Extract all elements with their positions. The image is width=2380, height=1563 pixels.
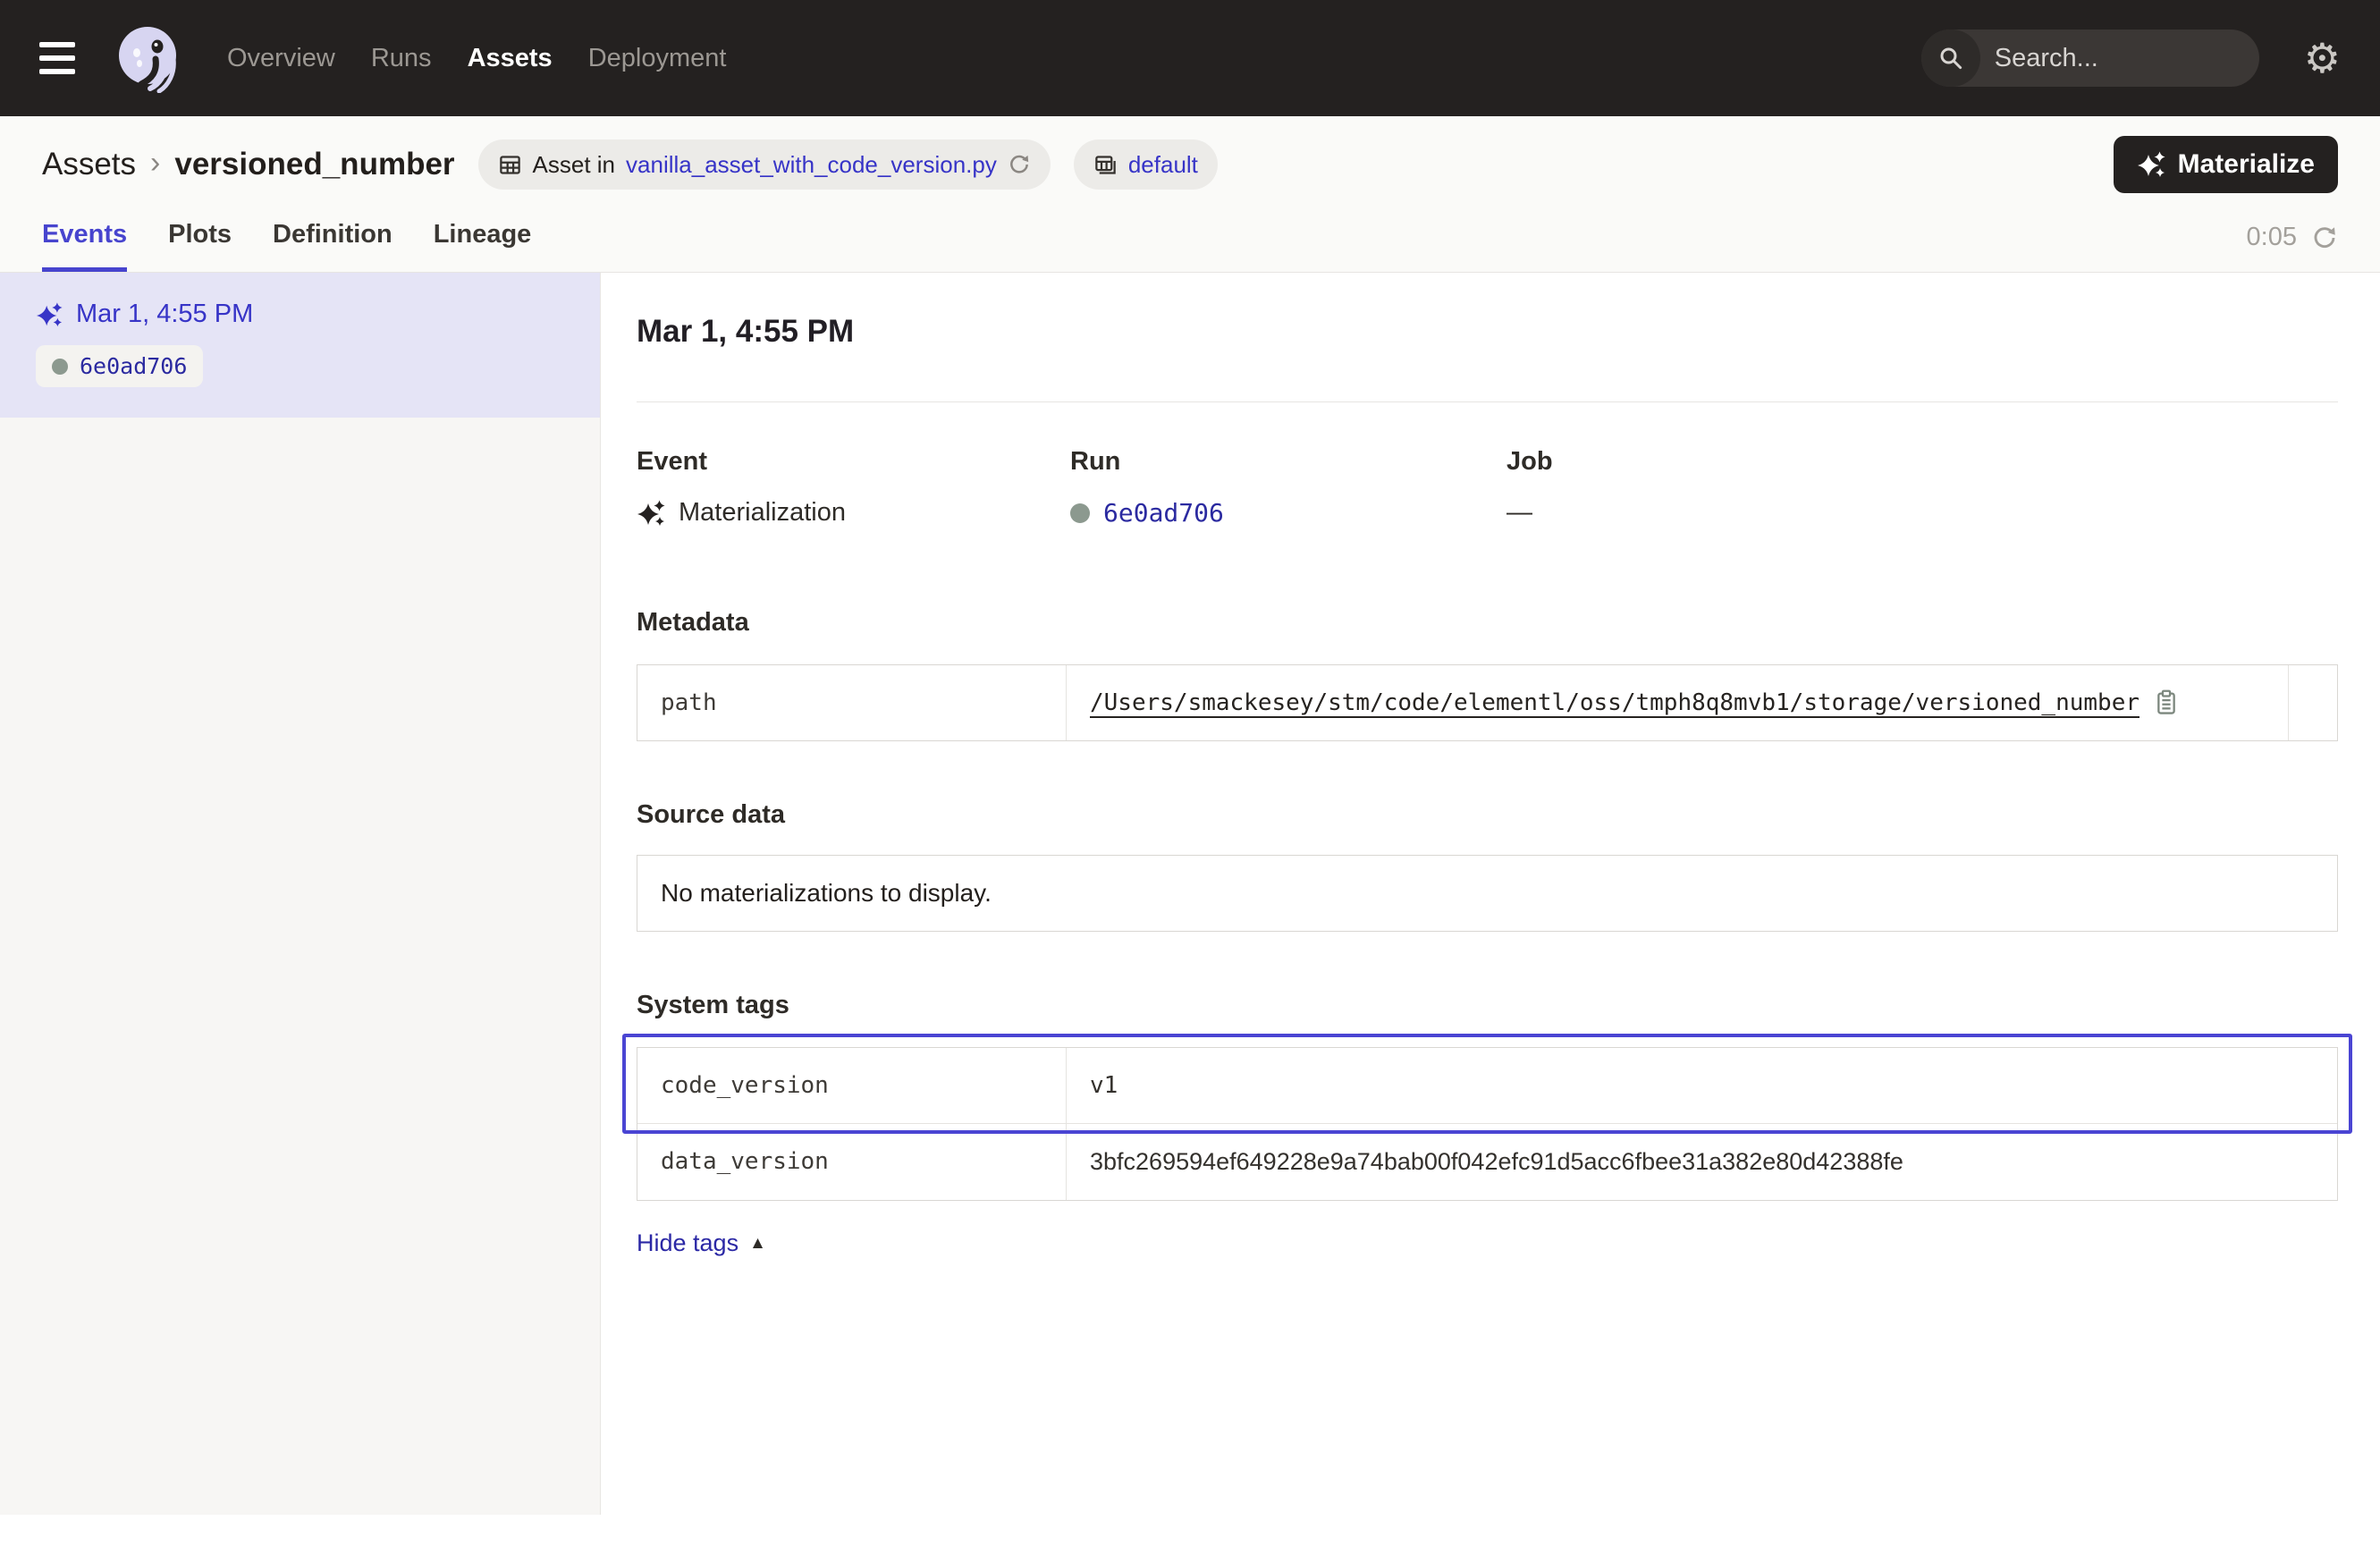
event-list-item-selected[interactable]: Mar 1, 4:55 PM 6e0ad706 — [0, 273, 600, 418]
nav-item-deployment[interactable]: Deployment — [588, 44, 727, 73]
primary-nav: Overview Runs Assets Deployment — [227, 44, 726, 73]
source-data-heading: Source data — [637, 800, 2338, 830]
system-tags-heading: System tags — [637, 991, 2338, 1020]
table-row-code-version-highlighted: code_version v1 — [637, 1048, 2337, 1123]
nav-item-overview[interactable]: Overview — [227, 44, 335, 73]
run-column-label: Run — [1070, 447, 1506, 477]
tab-plots[interactable]: Plots — [168, 220, 232, 272]
asset-definition-file-link[interactable]: vanilla_asset_with_code_version.py — [626, 151, 997, 179]
tag-key: code_version — [637, 1048, 1067, 1123]
job-empty-value: — — [1506, 498, 1532, 528]
table-row-data-version: data_version 3bfc269594ef649228e9a74bab0… — [637, 1123, 2337, 1200]
asset-tabs: Events Plots Definition Lineage — [42, 220, 531, 272]
metadata-section: Metadata path /Users/smackesey/stm/code/… — [637, 608, 2338, 741]
search-box[interactable]: / — [1921, 30, 2259, 87]
materialization-sparkle-icon — [637, 499, 665, 528]
search-icon — [1921, 30, 1980, 87]
asset-group-link[interactable]: default — [1128, 151, 1198, 179]
page-title: versioned_number — [174, 147, 454, 182]
copy-to-clipboard-icon[interactable] — [2154, 689, 2179, 716]
tab-definition[interactable]: Definition — [273, 220, 392, 272]
event-column: Event Materialization — [637, 447, 1070, 528]
asset-details-page: Overview Runs Assets Deployment / ⚙ Asse… — [0, 0, 2380, 1563]
event-detail-panel: Mar 1, 4:55 PM Event Materialization — [601, 273, 2380, 1515]
asset-group-badge: default — [1074, 139, 1218, 190]
hide-tags-label: Hide tags — [637, 1229, 738, 1257]
run-status-dot — [1070, 503, 1090, 523]
tab-lineage[interactable]: Lineage — [434, 220, 532, 272]
materialization-sparkle-icon — [36, 301, 63, 328]
asset-definition-badge: Asset in vanilla_asset_with_code_version… — [478, 139, 1051, 190]
refresh-status: 0:05 — [2247, 223, 2338, 272]
sparkle-icon — [2137, 150, 2165, 179]
job-column-label: Job — [1506, 447, 2338, 477]
refresh-countdown: 0:05 — [2247, 223, 2297, 252]
breadcrumb: Assets › versioned_number — [42, 146, 455, 184]
tag-value: v1 — [1067, 1048, 2337, 1123]
metadata-path-link[interactable]: /Users/smackesey/stm/code/elementl/oss/t… — [1090, 689, 2139, 716]
event-column-label: Event — [637, 447, 1070, 477]
run-status-dot — [52, 359, 68, 375]
system-tags-section: System tags code_version v1 data_version… — [637, 991, 2338, 1257]
hamburger-menu-icon[interactable] — [39, 42, 75, 74]
hide-tags-link[interactable]: Hide tags ▲ — [637, 1229, 766, 1257]
materialize-button[interactable]: Materialize — [2114, 136, 2338, 193]
metadata-key: path — [637, 665, 1067, 740]
run-column: Run 6e0ad706 — [1070, 447, 1506, 528]
reload-icon[interactable] — [1008, 153, 1031, 176]
dagster-logo-icon[interactable] — [113, 23, 182, 93]
breadcrumb-chevron-icon: › — [150, 146, 160, 184]
job-column: Job — — [1506, 447, 2338, 528]
top-navigation-bar: Overview Runs Assets Deployment / ⚙ — [0, 0, 2380, 116]
event-list-sidebar: Mar 1, 4:55 PM 6e0ad706 — [0, 273, 601, 1515]
table-trailing-cell — [2288, 665, 2337, 740]
divider — [637, 401, 2338, 402]
event-timestamp: Mar 1, 4:55 PM — [76, 300, 253, 329]
nav-item-assets[interactable]: Assets — [468, 44, 553, 73]
tag-key: data_version — [637, 1124, 1067, 1200]
event-run-badge[interactable]: 6e0ad706 — [36, 345, 203, 387]
metadata-heading: Metadata — [637, 608, 2338, 638]
grid-icon — [498, 153, 522, 177]
system-tags-table: code_version v1 data_version 3bfc269594e… — [637, 1047, 2338, 1201]
run-id: 6e0ad706 — [80, 353, 187, 379]
breadcrumb-assets-link[interactable]: Assets — [42, 147, 136, 182]
asset-badge-prefix: Asset in — [533, 151, 616, 179]
materialize-button-label: Materialize — [2178, 149, 2315, 180]
refresh-icon[interactable] — [2311, 224, 2338, 251]
nav-item-runs[interactable]: Runs — [371, 44, 432, 73]
caret-up-icon: ▲ — [749, 1234, 766, 1254]
settings-gear-icon[interactable]: ⚙ — [2304, 38, 2341, 79]
event-detail-title: Mar 1, 4:55 PM — [637, 314, 2338, 350]
event-type-value: Materialization — [679, 498, 846, 528]
search-input[interactable] — [1980, 44, 2259, 73]
table-row: path /Users/smackesey/stm/code/elementl/… — [637, 665, 2337, 740]
tag-value: 3bfc269594ef649228e9a74bab00f042efc91d5a… — [1067, 1124, 2337, 1200]
tab-events[interactable]: Events — [42, 220, 127, 272]
page-header: Assets › versioned_number Asset in vanil… — [0, 116, 2380, 273]
source-data-section: Source data No materializations to displ… — [637, 800, 2338, 932]
source-data-empty-message: No materializations to display. — [637, 855, 2338, 932]
run-id-link[interactable]: 6e0ad706 — [1103, 498, 1224, 528]
metadata-table: path /Users/smackesey/stm/code/elementl/… — [637, 664, 2338, 741]
repo-grid-icon — [1093, 153, 1118, 177]
